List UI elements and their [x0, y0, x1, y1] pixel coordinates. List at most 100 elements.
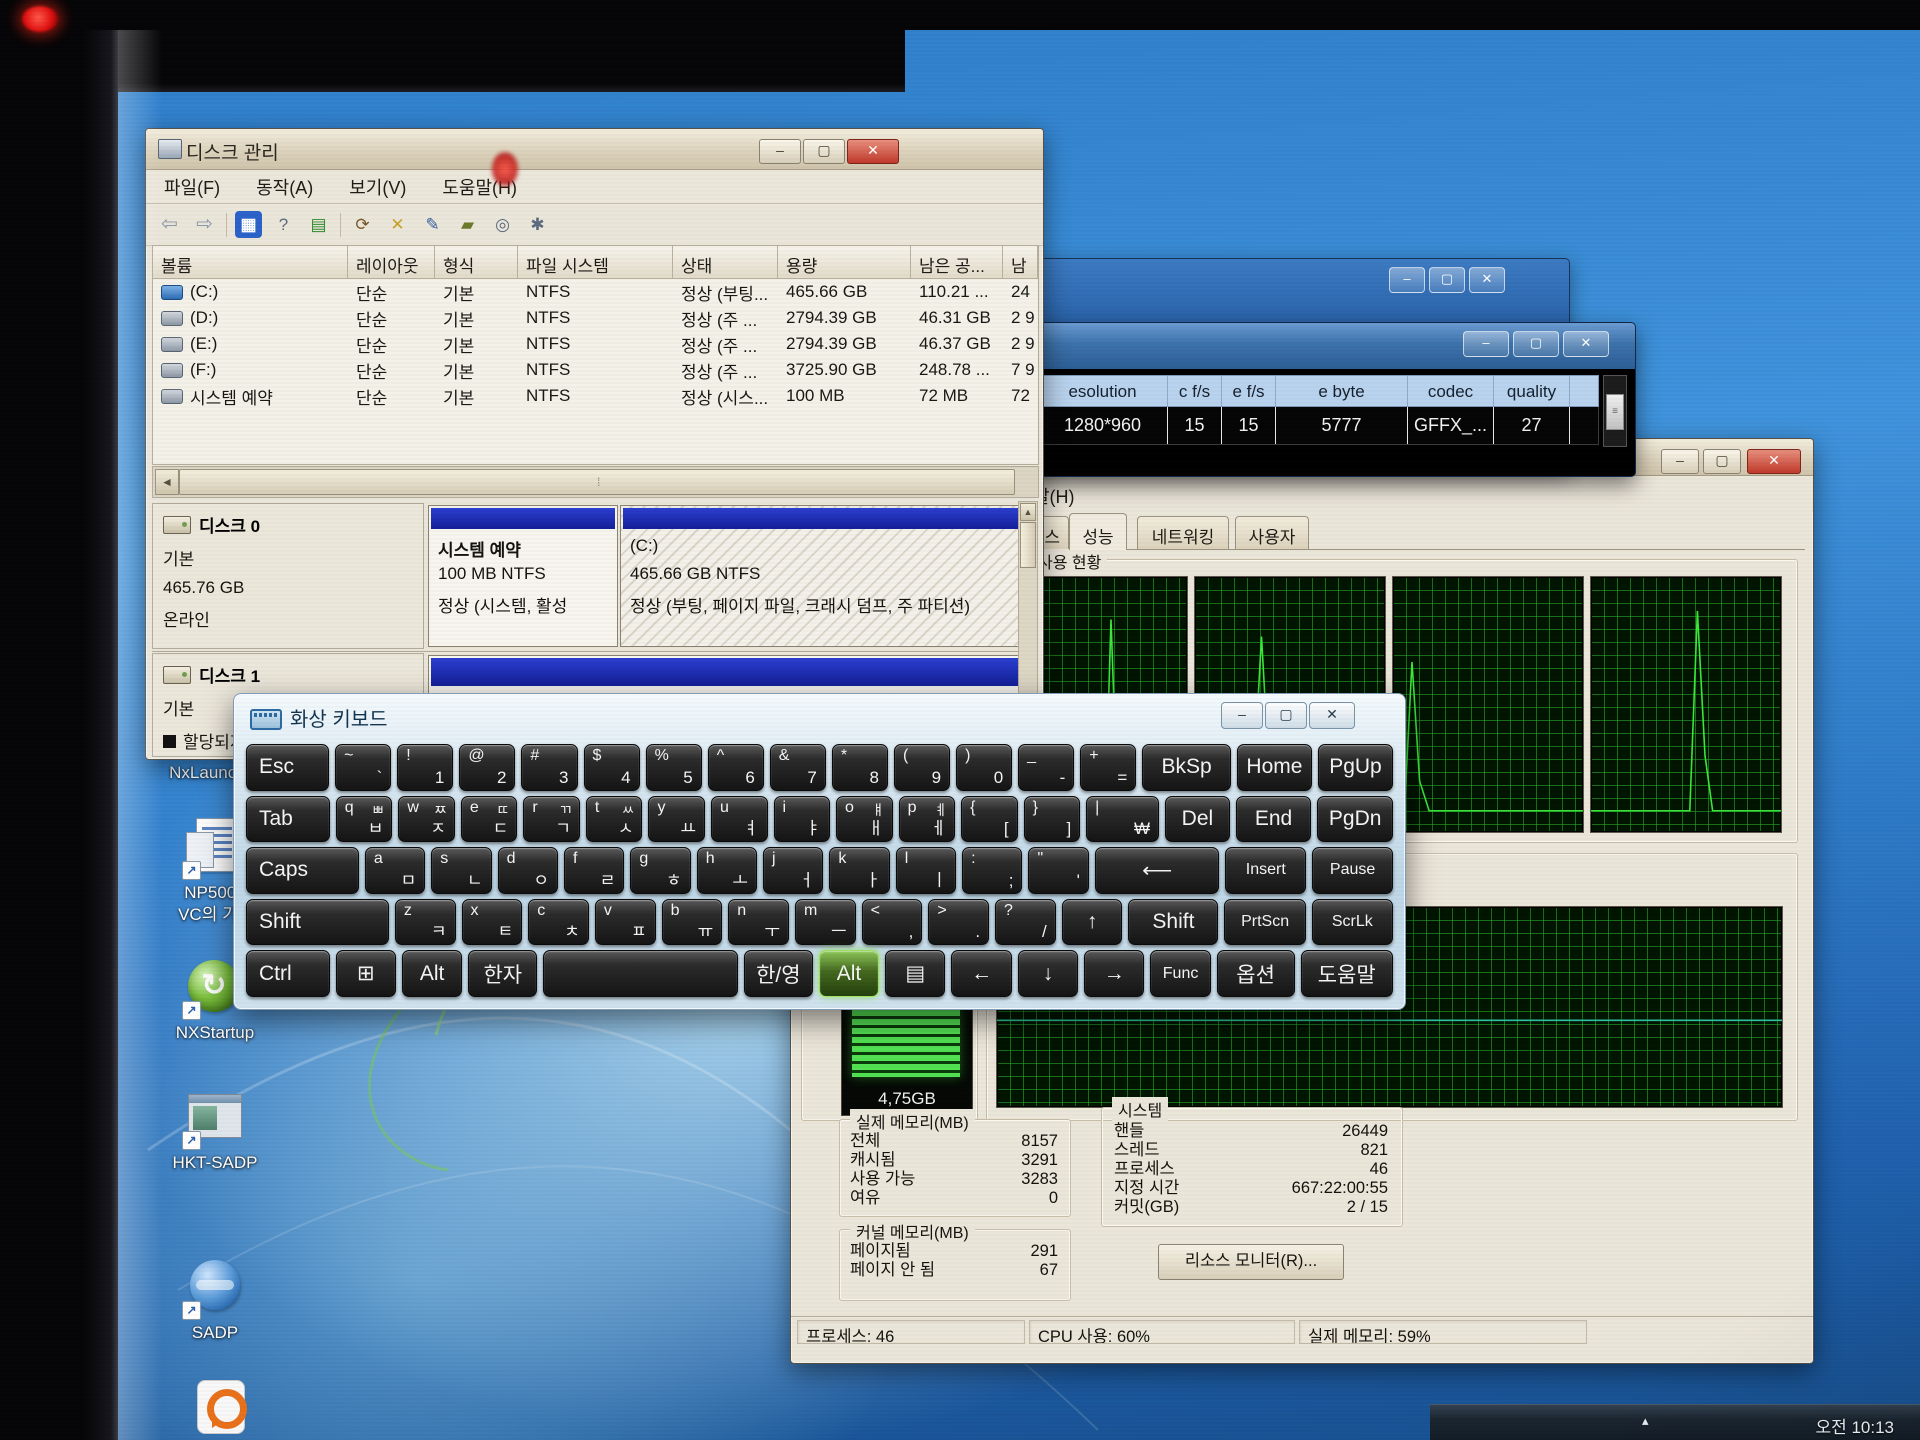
- key-m[interactable]: mㅡ: [795, 899, 856, 946]
- stream-stats-scrollbar[interactable]: ≡: [1603, 375, 1627, 447]
- settings-icon[interactable]: ✱: [524, 211, 551, 238]
- key-x[interactable]: xㅌ: [462, 899, 523, 946]
- resource-monitor-button[interactable]: 리소스 모니터(R)...: [1158, 1244, 1344, 1280]
- key-옵션[interactable]: 옵션: [1217, 950, 1295, 997]
- stream-col-c f/s[interactable]: c f/s: [1168, 376, 1222, 406]
- scroll-left-arrow-icon[interactable]: ◄: [155, 469, 179, 495]
- desktop-icon-hkt-sadp[interactable]: ↗ HKT-SADP: [130, 1088, 300, 1174]
- key-⟵[interactable]: ⟵: [1095, 847, 1220, 894]
- key-Func[interactable]: Func: [1150, 950, 1210, 997]
- close-button[interactable]: ✕: [1563, 331, 1609, 357]
- key-^[interactable]: ^6: [708, 744, 764, 791]
- key-ScrLk[interactable]: ScrLk: [1312, 899, 1393, 946]
- key-←[interactable]: ←: [951, 950, 1011, 997]
- key-k[interactable]: kㅏ: [829, 847, 889, 894]
- maximize-button[interactable]: ▢: [1429, 267, 1465, 293]
- stream-col-e byte[interactable]: e byte: [1276, 376, 1408, 406]
- stream-col-e f/s[interactable]: e f/s: [1222, 376, 1276, 406]
- column-header-형식[interactable]: 형식: [435, 246, 518, 279]
- key-도움말[interactable]: 도움말: [1301, 950, 1393, 997]
- back-icon[interactable]: ⇦: [156, 211, 183, 238]
- key-"[interactable]: "': [1028, 847, 1088, 894]
- key-Insert[interactable]: Insert: [1225, 847, 1306, 894]
- desktop-icon-ocam[interactable]: oCam: [135, 1378, 305, 1440]
- key-l[interactable]: lㅣ: [896, 847, 956, 894]
- taskbar[interactable]: ▴ 오전 10:13: [1430, 1404, 1920, 1440]
- key-한/영[interactable]: 한/영: [744, 950, 813, 997]
- keyboard-titlebar[interactable]: 화상 키보드 – ▢ ✕: [234, 694, 1405, 738]
- key-e[interactable]: eㄸㄷ: [461, 796, 518, 843]
- key-Shift[interactable]: Shift: [246, 899, 389, 946]
- key-Ctrl[interactable]: Ctrl: [246, 950, 330, 997]
- stream-stats-titlebar[interactable]: – ▢ ✕: [1029, 323, 1635, 369]
- table-row[interactable]: (E:)단순기본NTFS정상 (주 ...2794.39 GB46.37 GB2…: [153, 331, 1038, 357]
- minimize-button[interactable]: –: [1389, 267, 1425, 293]
- tab-성능[interactable]: 성능: [1069, 513, 1127, 550]
- minimize-button[interactable]: –: [1221, 702, 1263, 729]
- key-j[interactable]: jㅓ: [763, 847, 823, 894]
- key-~[interactable]: ~`: [335, 744, 391, 791]
- maximize-button[interactable]: ▢: [1513, 331, 1559, 357]
- close-button[interactable]: ✕: [1309, 702, 1355, 729]
- menu-item-도움말(H)[interactable]: 도움말(H): [424, 174, 535, 200]
- key-BkSp[interactable]: BkSp: [1142, 744, 1231, 791]
- table-row[interactable]: 시스템 예약단순기본NTFS정상 (시스...100 MB72 MB72: [153, 383, 1038, 409]
- key-q[interactable]: qㅃㅂ: [336, 796, 393, 843]
- key-z[interactable]: zㅋ: [395, 899, 456, 946]
- key->[interactable]: >.: [928, 899, 989, 946]
- key-o[interactable]: oㅒㅐ: [836, 796, 893, 843]
- table-row[interactable]: (F:)단순기본NTFS정상 (주 ...3725.90 GB248.78 ..…: [153, 357, 1038, 383]
- scrollbar-thumb[interactable]: ⁞: [179, 469, 1015, 495]
- key-<[interactable]: <,: [862, 899, 923, 946]
- key-space[interactable]: [543, 950, 737, 997]
- key-Alt[interactable]: Alt: [402, 950, 462, 997]
- column-header-남[interactable]: 남: [1003, 246, 1038, 279]
- tab-네트워킹[interactable]: 네트워킹: [1137, 516, 1229, 549]
- stream-col-codec[interactable]: codec: [1408, 376, 1494, 406]
- menu-item-보기(V)[interactable]: 보기(V): [331, 174, 424, 200]
- key-↓[interactable]: ↓: [1018, 950, 1078, 997]
- detail-view-icon[interactable]: ▤: [305, 211, 332, 238]
- list-view-icon[interactable]: ▦: [235, 211, 262, 238]
- key-:[interactable]: :;: [962, 847, 1022, 894]
- table-row[interactable]: (C:)단순기본NTFS정상 (부팅...465.66 GB110.21 ...…: [153, 279, 1038, 305]
- key-End[interactable]: End: [1236, 796, 1312, 843]
- key-한자[interactable]: 한자: [468, 950, 537, 997]
- open-folder-icon[interactable]: ▰: [454, 211, 481, 238]
- maximize-button[interactable]: ▢: [1265, 702, 1307, 729]
- column-header-상태[interactable]: 상태: [673, 246, 778, 279]
- stream-col-esolution[interactable]: esolution: [1038, 376, 1168, 406]
- key-a[interactable]: aㅁ: [365, 847, 425, 894]
- key-↑[interactable]: ↑: [1062, 899, 1123, 946]
- key-▤[interactable]: ▤: [885, 950, 945, 997]
- tray-show-hidden-icon[interactable]: ▴: [1642, 1413, 1649, 1429]
- key-@[interactable]: @2: [459, 744, 515, 791]
- key-PgDn[interactable]: PgDn: [1317, 796, 1393, 843]
- key-p[interactable]: pㅖㅔ: [899, 796, 956, 843]
- key-Del[interactable]: Del: [1165, 796, 1230, 843]
- table-row[interactable]: (D:)단순기본NTFS정상 (주 ...2794.39 GB46.31 GB2…: [153, 305, 1038, 331]
- desktop-icon-sadp[interactable]: ↗ SADP: [130, 1258, 300, 1344]
- delete-icon[interactable]: ✕: [384, 211, 411, 238]
- key-![interactable]: !1: [397, 744, 453, 791]
- key-+[interactable]: +=: [1080, 744, 1136, 791]
- close-button[interactable]: ✕: [847, 139, 899, 164]
- key-b[interactable]: bㅠ: [662, 899, 723, 946]
- key-Caps[interactable]: Caps: [246, 847, 359, 894]
- key-w[interactable]: wㅉㅈ: [398, 796, 455, 843]
- minimize-button[interactable]: –: [759, 139, 801, 164]
- column-header-레이아웃[interactable]: 레이아웃: [348, 246, 435, 279]
- key-→[interactable]: →: [1084, 950, 1144, 997]
- properties-icon[interactable]: ✎: [419, 211, 446, 238]
- key-_[interactable]: _-: [1018, 744, 1074, 791]
- key-%[interactable]: %5: [646, 744, 702, 791]
- maximize-button[interactable]: ▢: [803, 139, 845, 164]
- key-{[interactable]: {[: [961, 796, 1018, 843]
- column-header-용량[interactable]: 용량: [778, 246, 911, 279]
- key-t[interactable]: tㅆㅅ: [586, 796, 643, 843]
- disk-management-titlebar[interactable]: 디스크 관리 – ▢ ✕: [146, 129, 1043, 170]
- key-i[interactable]: iㅑ: [774, 796, 831, 843]
- minimize-button[interactable]: –: [1661, 449, 1699, 474]
- key-n[interactable]: nㅜ: [728, 899, 789, 946]
- column-header-볼륨[interactable]: 볼륨: [153, 246, 348, 279]
